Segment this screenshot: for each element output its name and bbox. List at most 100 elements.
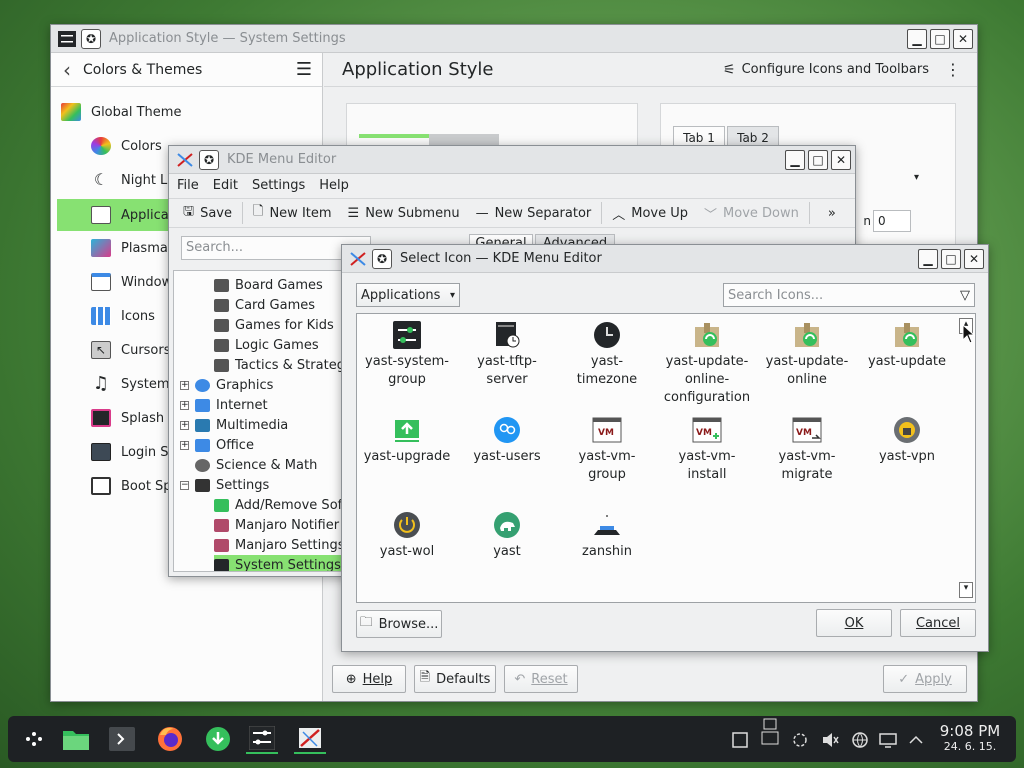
minimize-button[interactable]: ▁ [918,249,938,269]
display-icon[interactable] [878,730,898,750]
sidebar-item-login-screen[interactable]: Login Sc [91,437,176,467]
icon-grid-item[interactable]: VM yast-vm-migrate [757,415,857,484]
keep-above-icon[interactable]: ✪ [81,28,101,49]
chevron-up-icon[interactable] [906,730,926,750]
icon-grid-item[interactable]: yast-system-group [357,320,457,389]
icon-grid-item[interactable]: yast-users [457,415,557,466]
icon-grid-item[interactable]: zanshin [557,510,657,561]
file-manager-icon[interactable] [60,724,92,754]
icon-grid-item[interactable]: yast-wol [357,510,457,561]
tree-item[interactable]: − Settings [180,475,269,495]
icon-grid-item[interactable]: yast-update-online [757,320,857,389]
tree-item[interactable]: Logic Games [214,335,319,355]
clock[interactable]: 9:08 PM 24. 6. 15. [932,722,1008,753]
toolbar-overflow-button[interactable]: » [820,200,844,226]
sidebar-item-plasma-style[interactable]: Plasma [91,233,168,263]
maximize-button[interactable]: □ [930,29,950,49]
application-launcher-icon[interactable] [18,724,50,754]
move-up-button[interactable]: ︿ Move Up [604,200,696,226]
new-item-button[interactable]: 🗋 New Item [245,200,340,226]
keep-above-icon[interactable]: ✪ [372,248,392,269]
sidebar-item-system-sounds[interactable]: ♫ System [91,369,170,399]
icon-search-input[interactable]: Search Icons... ▽ [723,283,975,307]
move-down-button[interactable]: ﹀ Move Down [696,200,807,226]
icon-grid-item[interactable]: yast-update [857,320,957,371]
minimize-button[interactable]: ▁ [907,29,927,49]
defaults-button[interactable]: 🗎 Defaults [414,665,496,693]
sidebar-item-icons[interactable]: Icons [91,301,155,331]
menu-edit[interactable]: Edit [213,178,238,193]
icon-grid-item[interactable]: yast-upgrade [357,415,457,466]
sidebar-item-cursors[interactable]: ↖ Cursors [91,335,171,365]
tree-item[interactable]: Tactics & Strategy [214,355,353,375]
expand-icon[interactable]: + [180,380,189,390]
browse-button[interactable]: 🗀 Browse... [356,610,442,638]
expand-icon[interactable]: + [180,420,189,430]
system-settings-titlebar[interactable]: ✪ Application Style — System Settings ▁ … [51,25,977,53]
tree-item[interactable]: + Multimedia [180,415,288,435]
hamburger-menu-icon[interactable]: ☰ [296,59,312,80]
expand-icon[interactable]: + [180,440,189,450]
cancel-button[interactable]: Cancel [900,609,976,637]
menu-file[interactable]: File [177,178,199,193]
tree-item[interactable]: + Graphics [180,375,273,395]
preview-combo-arrow[interactable]: ▾ [914,172,919,183]
maximize-button[interactable]: □ [941,249,961,269]
close-button[interactable]: ✕ [953,29,973,49]
kde-connect-icon[interactable] [790,730,810,750]
filter-icon[interactable]: ▽ [960,288,970,303]
sidebar-item-night-light[interactable]: ☾ Night Li [91,165,171,195]
network-globe-icon[interactable] [850,730,870,750]
tree-item[interactable]: + Office [180,435,254,455]
sidebar-item-splash-screen[interactable]: Splash S [91,403,176,433]
icon-grid-item[interactable]: yast-update-online-configuration [657,320,757,407]
icon-grid-item[interactable]: VM yast-vm-group [557,415,657,484]
icon-context-select[interactable]: Applications ▾ [356,283,460,307]
sidebar-item-global-theme[interactable]: Global Theme [61,97,181,127]
scroll-down-arrow[interactable]: ▾ [959,582,973,598]
ok-button[interactable]: OK [816,609,892,637]
device-notifier-icon[interactable] [760,718,780,745]
tree-item[interactable]: Card Games [214,295,315,315]
minimize-button[interactable]: ▁ [785,150,805,170]
apply-button[interactable]: ✓ Apply [883,665,967,693]
tree-item[interactable]: System Settings ( [214,555,359,571]
tree-item[interactable]: Manjaro Notifier [214,515,339,535]
menu-editor-titlebar[interactable]: ✪ KDE Menu Editor ▁ □ ✕ [169,146,855,174]
help-button[interactable]: ⊕ Help [332,665,406,693]
tree-item[interactable]: Games for Kids [214,315,334,335]
volume-muted-icon[interactable] [820,730,840,750]
menu-help[interactable]: Help [319,178,349,193]
preview-spinbox[interactable]: 0 [873,210,911,232]
firefox-icon[interactable] [154,724,186,754]
new-submenu-button[interactable]: ☰ New Submenu [340,200,468,226]
icon-grid-item[interactable]: yast-timezone [557,320,657,389]
menu-editor-taskbar-icon[interactable] [294,724,326,754]
sidebar-item-window-decorations[interactable]: Window [91,267,172,297]
system-settings-taskbar-icon[interactable] [246,724,278,754]
icon-grid-item[interactable]: yast-tftp-server [457,320,557,389]
collapse-icon[interactable]: − [180,480,189,490]
tree-item[interactable]: + Internet [180,395,268,415]
keep-above-icon[interactable]: ✪ [199,149,219,170]
icon-grid-item[interactable]: yast-vpn [857,415,957,466]
maximize-button[interactable]: □ [808,150,828,170]
save-button[interactable]: 🖫 Save [175,200,240,226]
reset-button[interactable]: ↶ Reset [504,665,578,693]
terminal-icon[interactable] [106,724,138,754]
tree-item[interactable]: Science & Math [180,455,317,475]
sidebar-item-colors[interactable]: Colors [91,131,162,161]
icon-grid-item[interactable]: yast [457,510,557,561]
tree-item[interactable]: Manjaro Settings [214,535,344,555]
software-update-icon[interactable] [202,724,234,754]
menu-settings[interactable]: Settings [252,178,305,193]
configure-icons-toolbars-button[interactable]: ⚟ Configure Icons and Toolbars [723,62,929,78]
sidebar-item-boot-splash[interactable]: Boot Sp [91,471,172,501]
back-icon[interactable]: ‹ [63,58,71,82]
close-button[interactable]: ✕ [964,249,984,269]
show-desktop-icon[interactable] [730,730,750,750]
overflow-menu-icon[interactable]: ⋮ [945,60,961,79]
tree-item[interactable]: Board Games [214,275,323,295]
select-icon-titlebar[interactable]: ✪ Select Icon — KDE Menu Editor ▁ □ ✕ [342,245,988,273]
expand-icon[interactable]: + [180,400,189,410]
